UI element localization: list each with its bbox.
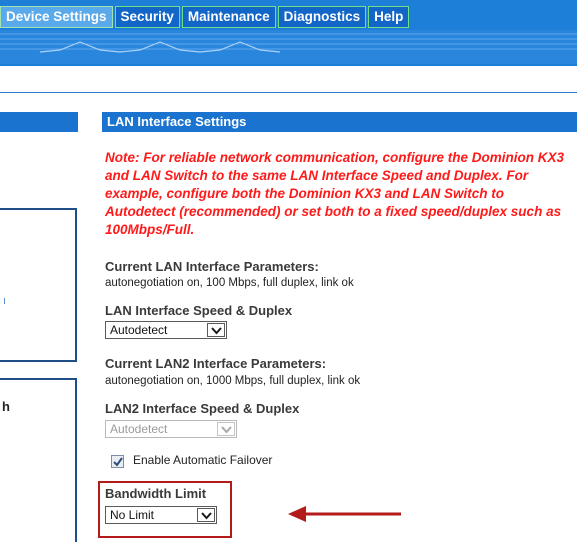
tab-maintenance[interactable]: Maintenance <box>181 6 276 28</box>
left-panel-heading-fragment: h <box>2 399 10 414</box>
current-lan2-label: Current LAN2 Interface Parameters: <box>105 356 327 371</box>
chevron-down-icon <box>197 508 215 522</box>
left-panel-header <box>0 112 78 132</box>
page: Device Settings Security Maintenance Dia… <box>0 0 577 542</box>
left-panel-box <box>0 208 77 362</box>
left-panel-marker <box>4 298 5 304</box>
banner-wave-decoration <box>0 30 577 64</box>
network-note: Note: For reliable network communication… <box>105 150 565 237</box>
bandwidth-label: Bandwidth Limit <box>105 486 207 501</box>
lan-speed-value: Autodetect <box>110 323 168 337</box>
current-lan-value: autonegotiation on, 100 Mbps, full duple… <box>105 277 354 289</box>
top-banner: Device Settings Security Maintenance Dia… <box>0 0 577 66</box>
tab-security[interactable]: Security <box>114 6 180 28</box>
tab-device-settings[interactable]: Device Settings <box>0 6 113 28</box>
bandwidth-value: No Limit <box>110 508 155 522</box>
failover-checkbox[interactable] <box>111 455 124 468</box>
main-nav-tabs: Device Settings Security Maintenance Dia… <box>0 6 410 28</box>
chevron-down-icon <box>217 422 235 436</box>
lan2-speed-select: Autodetect <box>105 420 237 438</box>
lan-speed-select[interactable]: Autodetect <box>105 321 227 339</box>
panel-title: LAN Interface Settings <box>102 112 577 132</box>
bandwidth-select[interactable]: No Limit <box>105 506 217 524</box>
checkmark-icon <box>113 457 123 467</box>
red-arrow-icon <box>288 506 401 522</box>
left-panel-box <box>0 378 77 542</box>
lan2-speed-value: Autodetect <box>110 422 168 436</box>
lan2-speed-label: LAN2 Interface Speed & Duplex <box>105 401 300 416</box>
current-lan-label: Current LAN Interface Parameters: <box>105 259 319 274</box>
failover-label: Enable Automatic Failover <box>133 453 273 467</box>
current-lan2-value: autonegotiation on, 1000 Mbps, full dupl… <box>105 375 361 387</box>
chevron-down-icon <box>207 323 225 337</box>
tab-help[interactable]: Help <box>368 6 410 28</box>
tab-diagnostics[interactable]: Diagnostics <box>277 6 367 28</box>
divider <box>0 92 577 93</box>
lan-speed-label: LAN Interface Speed & Duplex <box>105 303 293 318</box>
